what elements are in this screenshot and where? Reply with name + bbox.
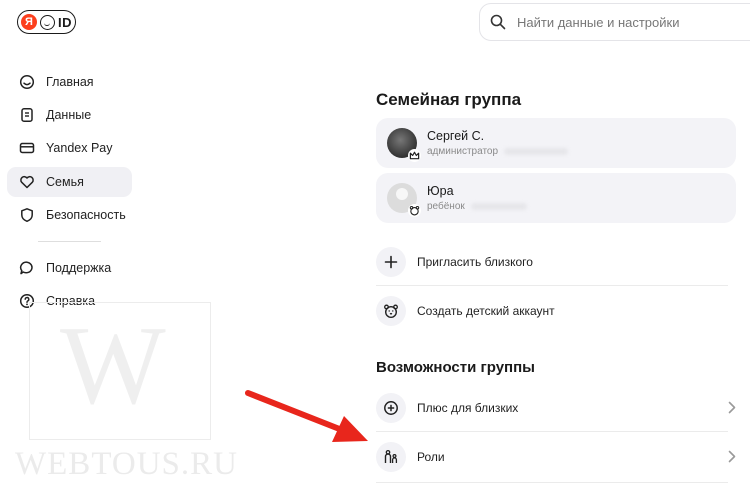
yandex-id-logo[interactable]: Я ID	[17, 10, 76, 34]
sidebar-item-support[interactable]: Поддержка	[7, 253, 132, 283]
annotation-arrow	[245, 390, 368, 442]
avatar	[387, 128, 421, 162]
member-card-yura[interactable]: Юра ребёнок	[376, 173, 736, 223]
avatar	[387, 183, 421, 217]
action-label: Роли	[417, 450, 445, 464]
blurred-email	[504, 148, 569, 155]
action-label: Пригласить близкого	[417, 255, 533, 269]
sidebar-item-label: Семья	[46, 175, 84, 189]
plus-for-family-button[interactable]: Плюс для близких	[376, 391, 736, 425]
home-face-icon	[19, 74, 35, 90]
member-card-sergey[interactable]: Сергей С. администратор	[376, 118, 736, 168]
sidebar-item-label: Главная	[46, 75, 94, 89]
sidebar-item-label: Yandex Pay	[46, 141, 113, 155]
roles-icon	[376, 442, 406, 472]
sidebar-item-yandex-pay[interactable]: Yandex Pay	[7, 133, 132, 163]
logo-id-text: ID	[58, 14, 72, 30]
sidebar-item-security[interactable]: Безопасность	[7, 200, 132, 230]
sidebar-item-data[interactable]: Данные	[7, 100, 132, 130]
sidebar-item-label: Данные	[46, 108, 92, 122]
chevron-right-icon	[728, 401, 736, 414]
family-group-title: Семейная группа	[376, 90, 522, 109]
sidebar-item-home[interactable]: Главная	[7, 67, 132, 97]
watermark-text: WEBTOUS.RU	[15, 446, 238, 482]
invite-family-button[interactable]: Пригласить близкого	[376, 245, 736, 279]
yandex-logo-mark: Я	[21, 14, 37, 30]
action-label: Создать детский аккаунт	[417, 304, 555, 318]
member-role: ребёнок	[427, 201, 465, 212]
member-name: Юра	[427, 184, 454, 198]
divider	[376, 482, 728, 483]
shield-icon	[19, 207, 35, 223]
bear-icon	[376, 296, 406, 326]
sidebar-item-label: Безопасность	[46, 208, 126, 222]
document-icon	[19, 107, 35, 123]
member-name: Сергей С.	[427, 129, 485, 143]
sidebar-divider	[38, 241, 101, 242]
search-box[interactable]	[479, 3, 750, 41]
action-label: Плюс для близких	[417, 401, 519, 415]
plus-icon	[376, 247, 406, 277]
group-features-title: Возможности группы	[376, 359, 535, 376]
smile-icon	[40, 14, 55, 30]
member-role: администратор	[427, 146, 499, 157]
chat-icon	[19, 260, 35, 276]
divider	[376, 431, 728, 432]
sidebar-item-label: Поддержка	[46, 261, 112, 275]
sidebar-item-family[interactable]: Семья	[7, 167, 132, 197]
crown-icon	[408, 149, 421, 162]
roles-button[interactable]: Роли	[376, 440, 736, 474]
divider	[376, 285, 728, 286]
heart-icon	[19, 174, 35, 190]
plus-circle-icon	[376, 393, 406, 423]
card-icon	[19, 140, 35, 156]
blurred-email	[470, 203, 527, 210]
bear-icon	[408, 204, 421, 217]
search-icon	[490, 14, 506, 30]
create-child-account-button[interactable]: Создать детский аккаунт	[376, 294, 736, 328]
search-input[interactable]	[515, 13, 739, 31]
watermark-letter: W	[60, 304, 166, 428]
chevron-right-icon	[728, 450, 736, 463]
